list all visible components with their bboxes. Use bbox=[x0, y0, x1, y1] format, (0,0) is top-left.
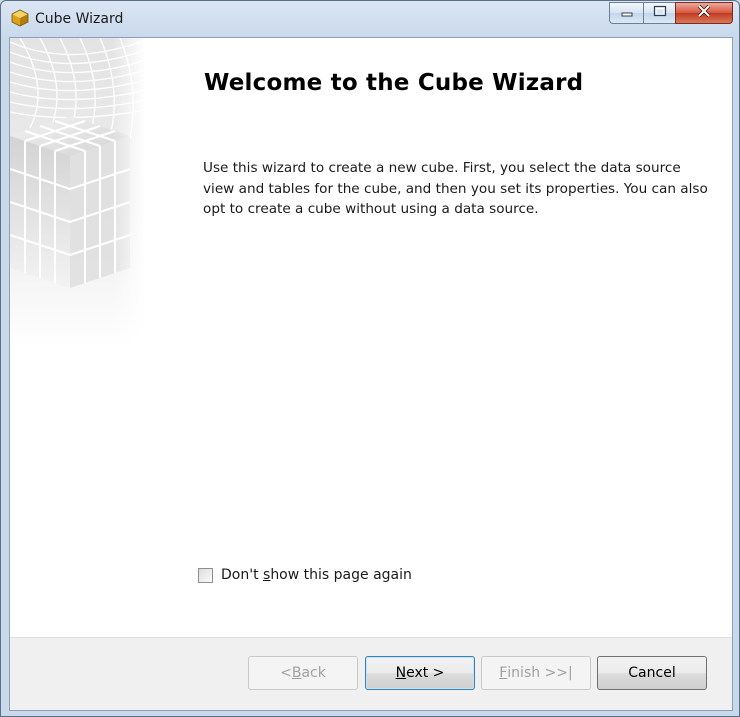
cancel-button[interactable]: Cancel bbox=[597, 656, 707, 690]
window-title: Cube Wizard bbox=[35, 11, 124, 27]
dont-show-again-label[interactable]: Don't show this page again bbox=[221, 567, 412, 583]
title-bar[interactable]: Cube Wizard bbox=[1, 1, 739, 37]
cube-banner-image bbox=[10, 38, 146, 348]
dont-show-again-option[interactable]: Don't show this page again bbox=[198, 566, 412, 584]
wizard-window: Cube Wizard Welcome to the Cube Wizard U… bbox=[0, 0, 740, 717]
dont-show-again-checkbox[interactable] bbox=[198, 567, 213, 583]
page-title: Welcome to the Cube Wizard bbox=[204, 70, 584, 96]
back-button[interactable]: < Back bbox=[248, 656, 358, 690]
maximize-button[interactable] bbox=[643, 2, 675, 24]
maximize-icon bbox=[653, 4, 667, 22]
minimize-icon bbox=[621, 4, 633, 22]
minimize-button[interactable] bbox=[609, 2, 643, 24]
cube-icon bbox=[11, 9, 29, 27]
finish-button[interactable]: Finish >>| bbox=[481, 656, 591, 690]
wizard-page: Welcome to the Cube Wizard Use this wiza… bbox=[9, 37, 733, 711]
close-button[interactable] bbox=[675, 2, 733, 24]
next-button[interactable]: Next > bbox=[365, 656, 475, 690]
close-icon bbox=[697, 4, 711, 22]
caption-buttons bbox=[609, 2, 733, 24]
button-bar: < Back Next > Finish >>| Cancel bbox=[10, 637, 732, 710]
page-description: Use this wizard to create a new cube. Fi… bbox=[203, 160, 708, 217]
